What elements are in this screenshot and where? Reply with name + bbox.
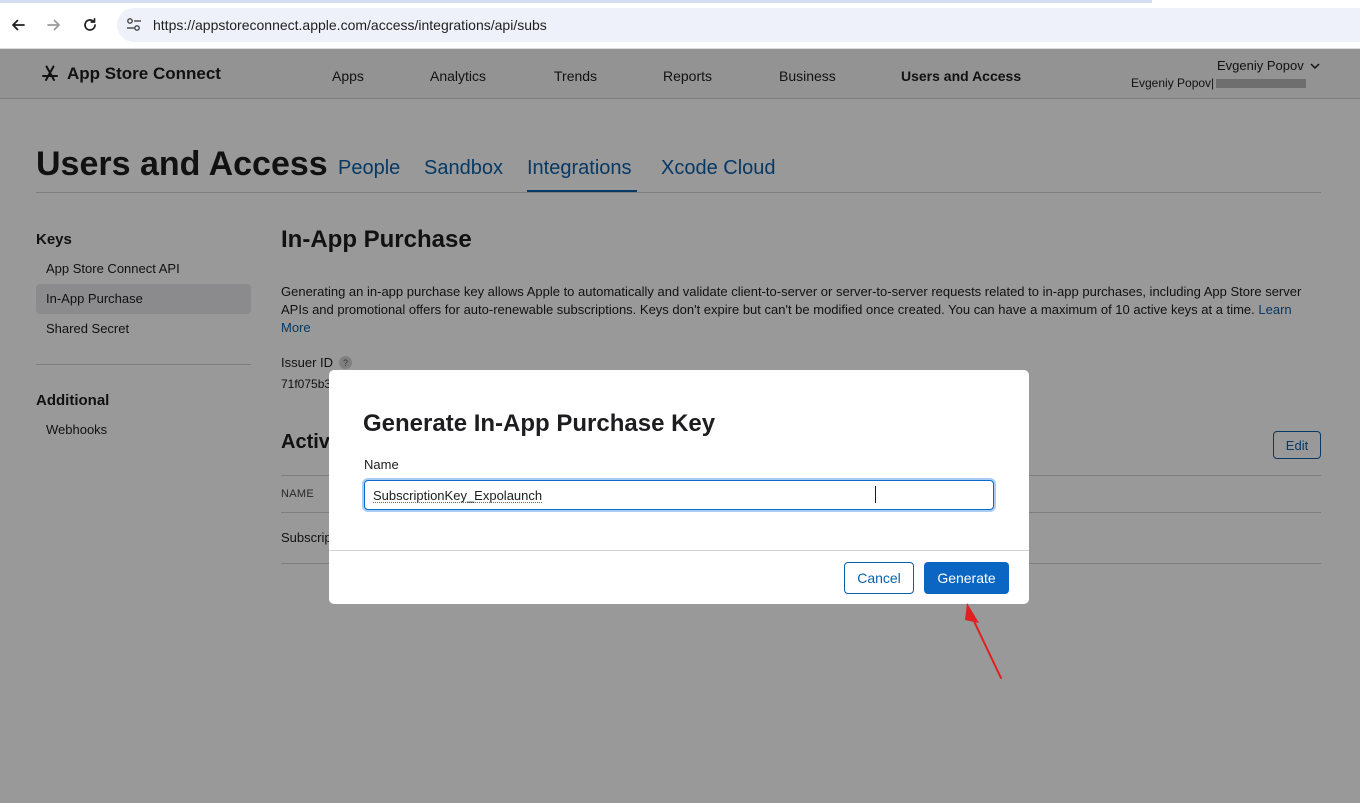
cancel-button[interactable]: Cancel bbox=[844, 562, 914, 594]
browser-toolbar: https://appstoreconnect.apple.com/access… bbox=[0, 0, 1360, 49]
back-arrow-icon bbox=[12, 19, 25, 31]
reload-button[interactable] bbox=[78, 13, 102, 37]
page-load-progress bbox=[0, 0, 1152, 3]
annotation-arrow-icon bbox=[965, 603, 1002, 679]
text-caret bbox=[875, 486, 876, 503]
name-field-label: Name bbox=[364, 457, 399, 472]
site-info-icon[interactable] bbox=[125, 16, 143, 34]
forward-arrow-icon bbox=[47, 19, 60, 31]
forward-button[interactable] bbox=[42, 13, 66, 37]
generate-key-dialog: Generate In-App Purchase Key Name Subscr… bbox=[329, 370, 1029, 604]
reload-icon bbox=[84, 17, 96, 31]
dialog-title: Generate In-App Purchase Key bbox=[363, 410, 716, 437]
url-text[interactable]: https://appstoreconnect.apple.com/access… bbox=[153, 17, 547, 33]
back-button[interactable] bbox=[6, 13, 30, 37]
generate-button[interactable]: Generate bbox=[924, 562, 1009, 594]
name-input-value: SubscriptionKey_Expolaunch bbox=[373, 488, 543, 503]
dialog-divider bbox=[329, 550, 1029, 551]
address-bar[interactable]: https://appstoreconnect.apple.com/access… bbox=[117, 8, 1360, 42]
